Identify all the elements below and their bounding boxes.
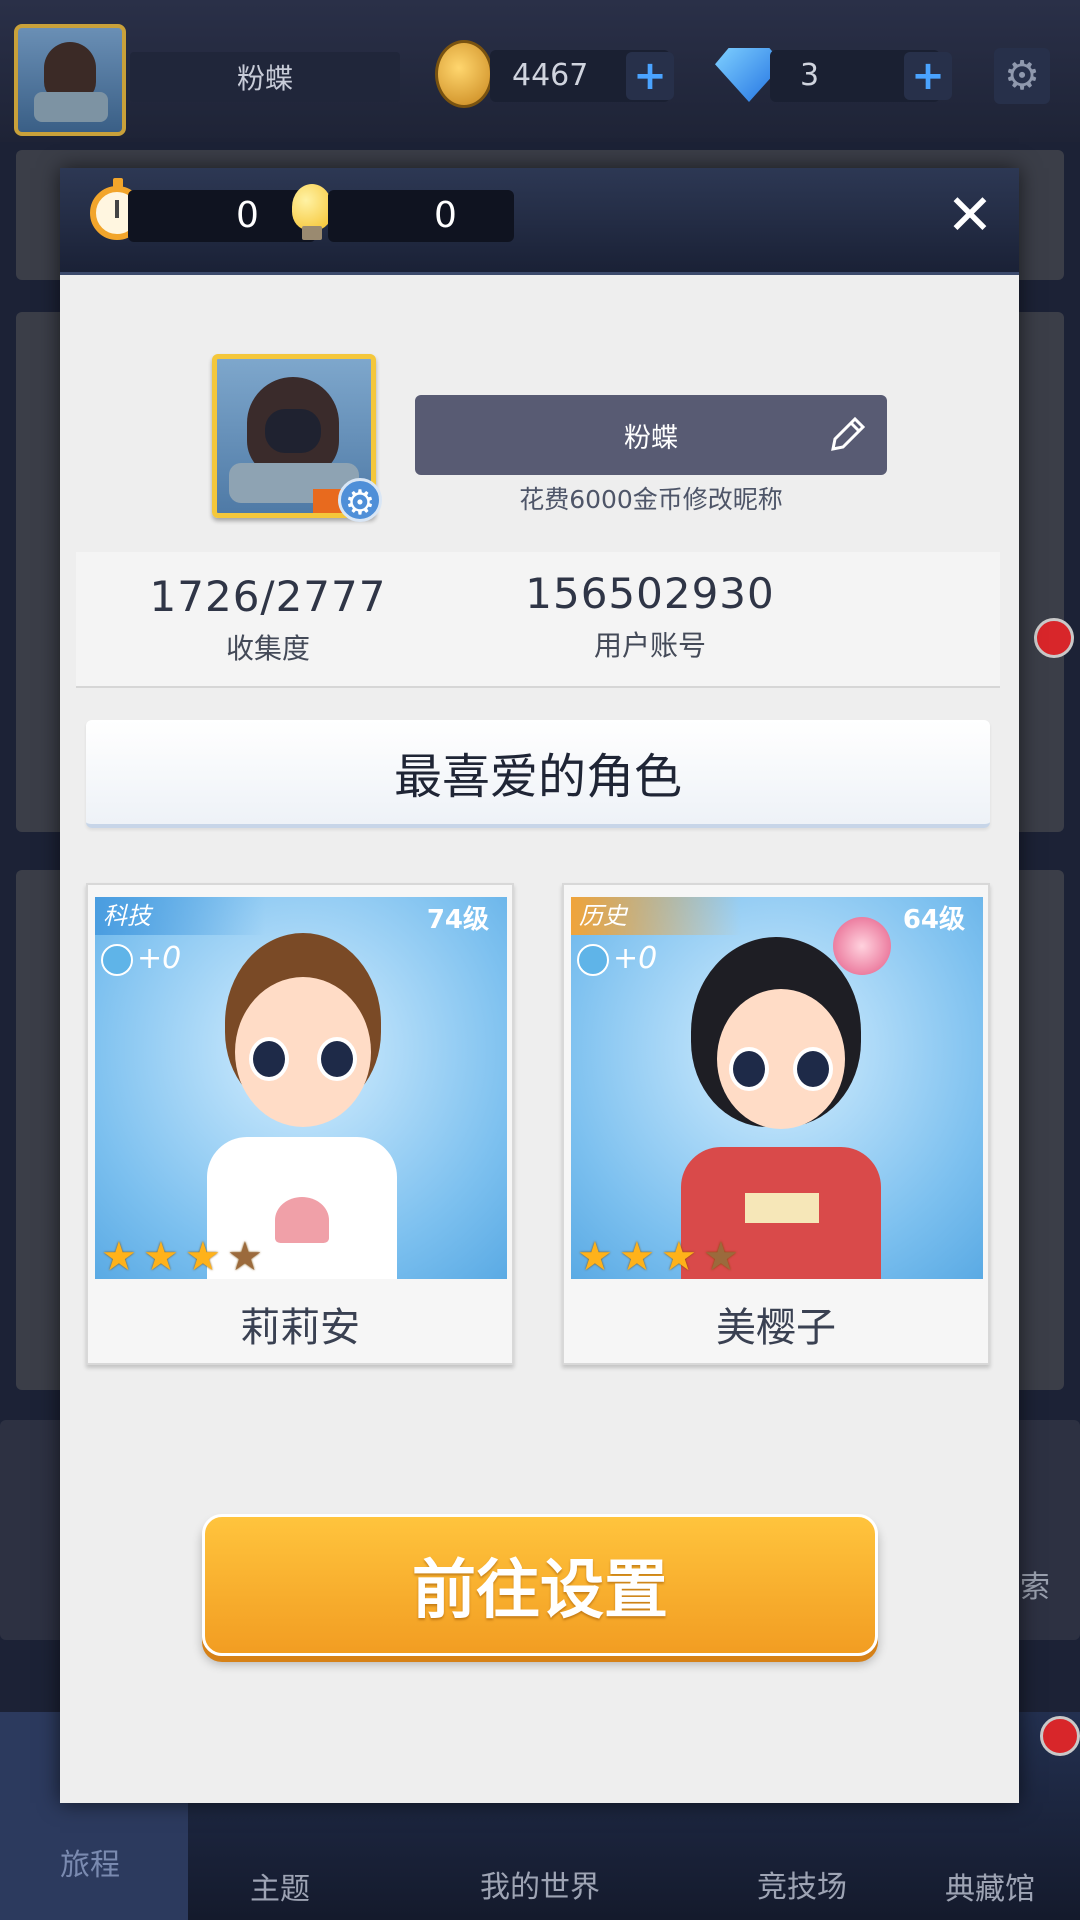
top-bar: 粉蝶 4467 + 3 + ⚙ [0,0,1080,142]
bonus-value: +0 [613,941,658,976]
character-portrait: 历史 64级 +0 ★ ★ ★ ★ [571,897,983,1279]
star-icon: ★ [143,1234,179,1279]
player-avatar[interactable] [14,24,126,136]
lightbulb-icon [292,184,332,230]
star-rating: ★ ★ ★ ★ [577,1237,745,1277]
nickname-field[interactable]: 粉蝶 [415,395,887,475]
settings-gear-icon[interactable]: ⚙ [994,48,1050,104]
collection-label: 收集度 [225,632,310,665]
profile-modal: 0 0 ✕ ⚙ 粉蝶 花费6000金币修改昵称 1726/2777 收集度 15… [60,168,1019,1803]
star-icon: ★ [101,1234,137,1279]
star-icon: ★ [577,1234,613,1279]
add-coins-button[interactable]: + [626,52,674,100]
favorite-characters-title: 最喜爱的角色 [86,720,990,828]
character-portrait: 科技 74级 +0 ★ ★ ★ ★ [95,897,507,1279]
character-card[interactable]: 历史 64级 +0 ★ ★ ★ ★ 美樱子 [562,883,990,1365]
character-eye [729,1047,769,1091]
character-card[interactable]: 科技 74级 +0 ★ ★ ★ ★ 莉莉安 [86,883,514,1365]
bonus-icon [577,943,609,976]
coin-icon [435,40,493,108]
notification-dot [1034,618,1074,658]
hint-count: 0 [328,190,514,242]
category-tag: 科技 [95,897,265,935]
nickname-change-hint: 花费6000金币修改昵称 [519,485,783,514]
character-name: 莉莉安 [240,1305,360,1351]
kimono-obi [745,1193,819,1223]
character-bonus: +0 [101,941,181,976]
heart-shirt-print [275,1197,329,1243]
nickname-text: 粉蝶 [624,422,678,454]
add-gems-button[interactable]: + [904,52,952,100]
nav-theme[interactable]: 主题 [190,1864,370,1908]
character-name: 美樱子 [716,1305,836,1351]
character-eye [793,1047,833,1091]
bonus-value: +0 [137,941,182,976]
star-icon: ★ [703,1234,739,1279]
nav-my-world[interactable]: 我的世界 [400,1862,680,1906]
nav-collection[interactable]: 典藏馆 [900,1864,1080,1908]
collection-value: 1726/2777 [149,572,387,621]
account-stat: 156502930 用户账号 [460,552,840,664]
go-to-settings-button[interactable]: 前往设置 [202,1514,878,1656]
bonus-icon [101,943,133,976]
modal-header: 0 0 ✕ [60,168,1019,275]
close-icon[interactable]: ✕ [940,186,1000,246]
star-rating: ★ ★ ★ ★ [101,1237,269,1277]
account-id-label: 用户账号 [593,629,706,662]
account-id-value: 156502930 [525,569,775,618]
stopwatch-count: 0 [128,190,316,242]
collection-stat: 1726/2777 收集度 [78,552,458,667]
star-icon: ★ [619,1234,655,1279]
star-icon: ★ [227,1234,263,1279]
lightbulb-base [302,226,322,240]
star-icon: ★ [185,1234,221,1279]
nav-arena[interactable]: 竞技场 [712,1862,892,1906]
notification-dot [1040,1716,1080,1756]
flower-hairpin [833,917,891,975]
nav-journey[interactable]: 旅程 [0,1840,180,1884]
stats-row: 1726/2777 收集度 156502930 用户账号 [76,552,1000,688]
player-name: 粉蝶 [130,52,400,102]
star-icon: ★ [661,1234,697,1279]
character-level: 64级 [902,905,965,935]
character-eye [249,1037,289,1081]
character-level: 74级 [426,905,489,935]
background-label: 索 [1020,1570,1050,1605]
character-bonus: +0 [577,941,657,976]
avatar-settings-gear-icon[interactable]: ⚙ [338,478,382,523]
character-eye [317,1037,357,1081]
pencil-edit-icon[interactable] [825,413,869,457]
category-tag: 历史 [571,897,741,935]
